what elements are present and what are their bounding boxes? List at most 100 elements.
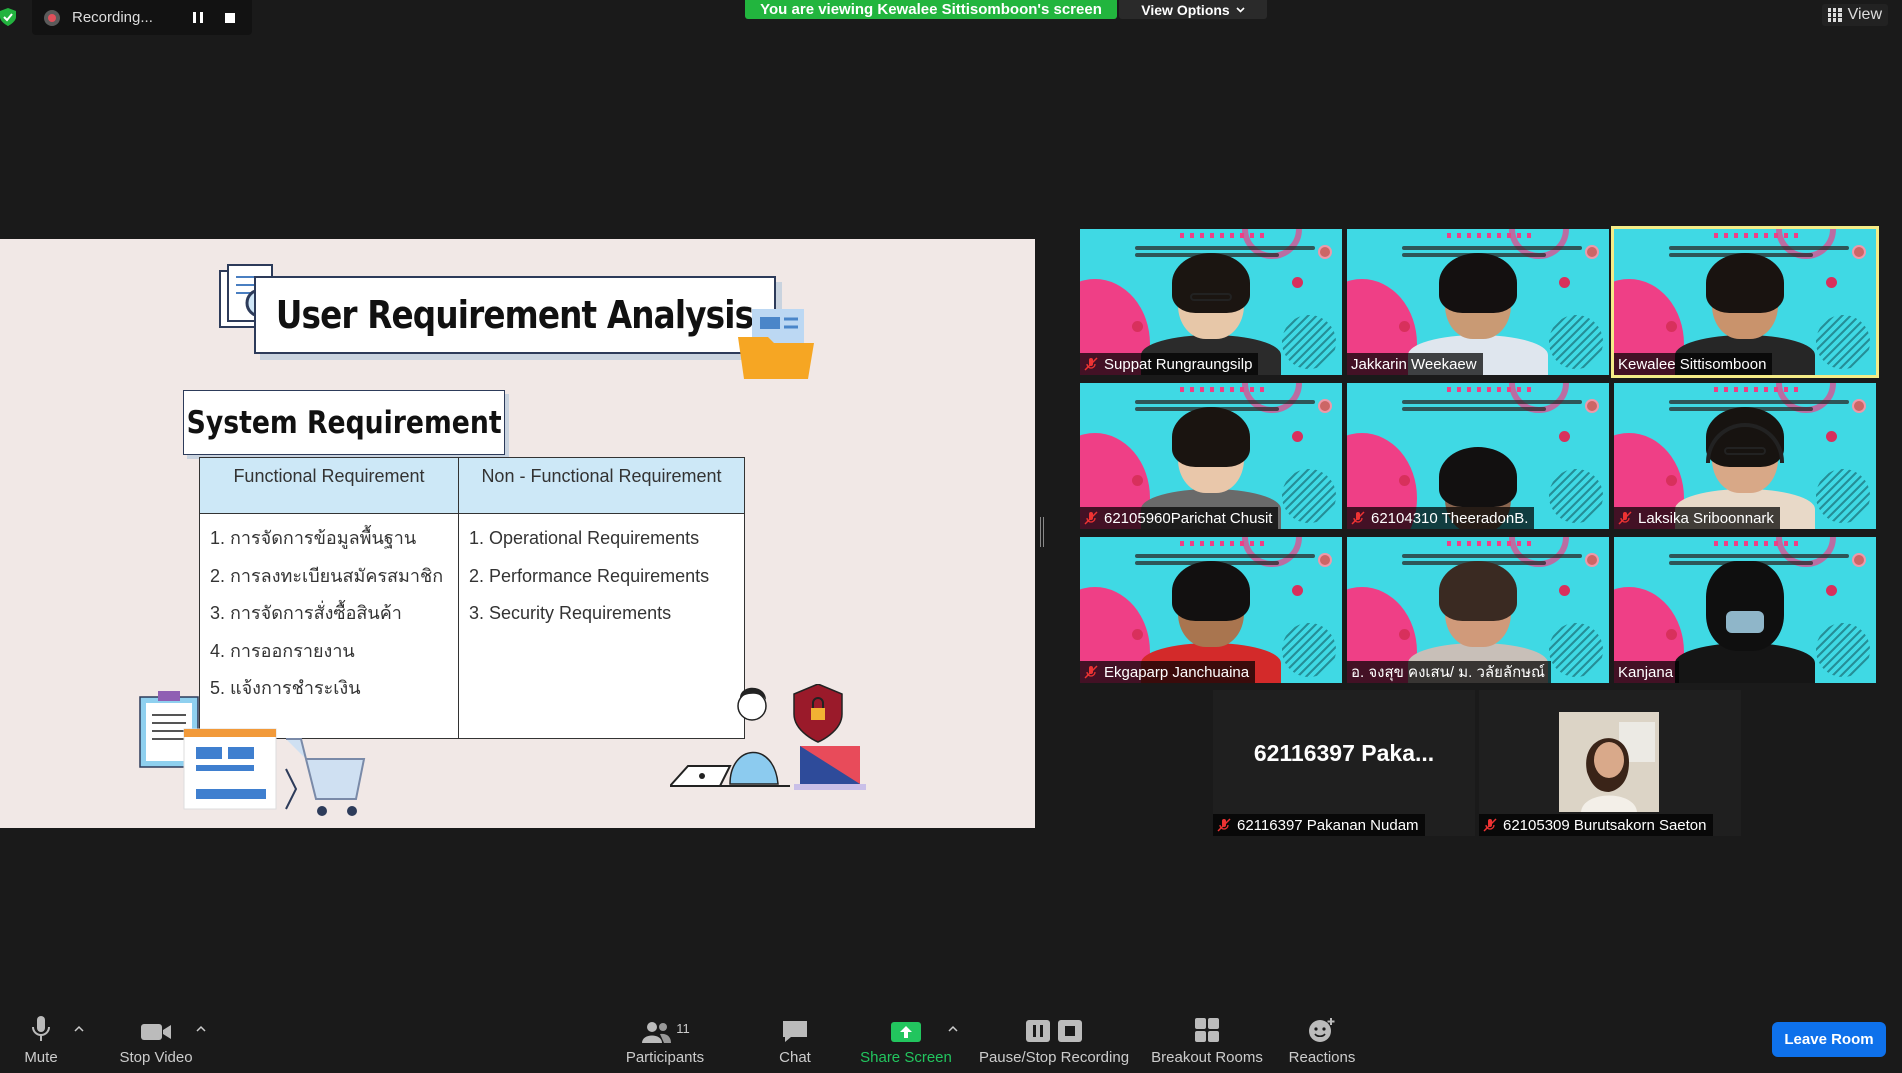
pause-stop-recording-label: Pause/Stop Recording	[978, 1049, 1130, 1066]
view-options-button[interactable]: View Options	[1119, 0, 1267, 19]
view-layout-button[interactable]: View	[1821, 4, 1888, 26]
chat-button[interactable]: Chat	[770, 1002, 820, 1073]
background-dot-row	[1714, 387, 1804, 392]
participant-name-tag: Kanjana	[1614, 661, 1680, 683]
background-dot	[1826, 431, 1837, 442]
functional-item: 4. การออกรายงาน	[210, 640, 355, 661]
participant-video-tile[interactable]: 62104310 TheeradonB.	[1347, 383, 1609, 529]
participant-name-tag: 62105309 Burutsakorn Saeton	[1479, 814, 1713, 836]
clipboard-cart-illustration-icon	[139, 691, 366, 816]
mute-button[interactable]: Mute	[18, 1002, 64, 1073]
muted-mic-icon	[1483, 818, 1497, 832]
system-requirement-box: System Requirement	[183, 390, 505, 455]
participant-name-tag: Kewalee Sittisomboon	[1614, 353, 1773, 375]
background-dot-row	[1714, 233, 1804, 238]
participant-name-tag: Jakkarin Weekaew	[1347, 353, 1483, 375]
recording-indicator: Recording...	[32, 0, 252, 35]
muted-mic-icon	[1217, 818, 1231, 832]
slide-title-box: User Requirement Analysis	[254, 276, 776, 354]
background-dots	[1282, 469, 1336, 523]
background-banner	[1669, 243, 1849, 257]
pause-recording-button[interactable]	[188, 8, 208, 28]
share-screen-label: Share Screen	[860, 1049, 952, 1066]
participants-icon	[642, 1022, 672, 1043]
participant-video-tile[interactable]: Kewalee Sittisomboon	[1611, 226, 1879, 378]
background-dot-row	[1180, 233, 1270, 238]
share-screen-icon	[891, 1022, 921, 1042]
participant-video-tile[interactable]: Laksika Sriboonnark	[1614, 383, 1876, 529]
non-functional-item: 3. Security Requirements	[469, 603, 672, 623]
participant-tile-no-video[interactable]: 62116397 Paka... 62116397 Pakanan Nudam	[1213, 690, 1475, 836]
chat-bubble-icon	[783, 1021, 807, 1042]
chevron-down-icon	[1236, 6, 1245, 13]
background-dot	[1292, 431, 1303, 442]
background-dot	[1826, 277, 1837, 288]
non-functional-item: 2. Performance Requirements	[469, 565, 710, 586]
background-banner	[1135, 243, 1315, 257]
participants-count: 11	[676, 1021, 690, 1036]
background-dots	[1282, 623, 1336, 677]
reactions-button[interactable]: Reactions	[1284, 1002, 1360, 1073]
participant-video-tile[interactable]: 62105960Parichat Chusit	[1080, 383, 1342, 529]
background-banner	[1402, 551, 1582, 565]
breakout-rooms-button[interactable]: Breakout Rooms	[1146, 1002, 1268, 1073]
participant-name: Ekgaparp Janchuaina	[1104, 663, 1250, 681]
background-dot-row	[1180, 387, 1270, 392]
university-seal-icon	[1585, 399, 1599, 413]
pause-stop-recording-button[interactable]: Pause/Stop Recording	[976, 1002, 1132, 1073]
background-dots	[1549, 469, 1603, 523]
view-options-label: View Options	[1141, 1, 1230, 18]
panel-resize-handle[interactable]	[1040, 517, 1044, 547]
background-dot	[1559, 277, 1570, 288]
participant-video-tile[interactable]: Jakkarin Weekaew	[1347, 229, 1609, 375]
background-dot-row	[1447, 541, 1537, 546]
participant-display-name: 62116397 Paka...	[1253, 740, 1435, 766]
profile-photo	[1559, 712, 1659, 812]
participant-tile-photo[interactable]: 62105309 Burutsakorn Saeton	[1479, 690, 1741, 836]
viewing-screen-banner: You are viewing Kewalee Sittisomboon's s…	[745, 0, 1117, 19]
background-banner	[1135, 397, 1315, 411]
university-seal-icon	[1318, 553, 1332, 567]
participant-video-tile[interactable]: Suppat Rungraungsilp	[1080, 229, 1342, 375]
slide-title: User Requirement Analysis	[276, 293, 754, 337]
participant-name: 62116397 Pakanan Nudam	[1237, 816, 1419, 834]
background-banner	[1669, 397, 1849, 411]
stop-recording-button[interactable]	[220, 8, 240, 28]
stop-icon	[1058, 1020, 1082, 1042]
background-dot-row	[1447, 233, 1537, 238]
functional-item: 3. การจัดการสั่งซื้อสินค้า	[210, 603, 402, 623]
stop-video-button[interactable]: Stop Video	[114, 1002, 198, 1073]
background-dot	[1559, 585, 1570, 596]
background-dot	[1292, 585, 1303, 596]
university-seal-icon	[1852, 399, 1866, 413]
encryption-shield-icon[interactable]	[0, 8, 16, 26]
functional-item: 1. การจัดการข้อมูลพื้นฐาน	[210, 528, 417, 548]
mute-label: Mute	[24, 1049, 58, 1066]
recording-label: Recording...	[72, 9, 153, 26]
audio-options-caret-icon[interactable]	[74, 1024, 84, 1034]
participant-name: อ. จงสุข คงเสน/ ม. วลัยลักษณ์	[1351, 664, 1545, 681]
background-dots	[1816, 469, 1870, 523]
background-dot-row	[1447, 387, 1537, 392]
video-options-caret-icon[interactable]	[196, 1024, 206, 1034]
participant-name: Suppat Rungraungsilp	[1104, 355, 1253, 373]
breakout-rooms-label: Breakout Rooms	[1151, 1049, 1263, 1066]
participant-name-tag: Ekgaparp Janchuaina	[1080, 661, 1256, 683]
profile-person-icon	[1559, 712, 1659, 812]
share-options-caret-icon[interactable]	[948, 1024, 958, 1034]
non-functional-item: 1. Operational Requirements	[469, 528, 700, 548]
participants-button[interactable]: 11 Participants	[620, 1002, 710, 1073]
university-seal-icon	[1318, 399, 1332, 413]
zoom-meeting-window: Recording... You are viewing Kewalee Sit…	[0, 0, 1902, 1073]
university-seal-icon	[1852, 553, 1866, 567]
reactions-label: Reactions	[1288, 1049, 1356, 1066]
leave-room-button[interactable]: Leave Room	[1772, 1022, 1886, 1057]
participant-video-tile[interactable]: Kanjana	[1614, 537, 1876, 683]
stop-icon	[225, 12, 235, 23]
participant-video-tile[interactable]: Ekgaparp Janchuaina	[1080, 537, 1342, 683]
participant-video-tile[interactable]: อ. จงสุข คงเสน/ ม. วลัยลักษณ์	[1347, 537, 1609, 683]
participant-name: Kewalee Sittisomboon	[1618, 355, 1767, 373]
functional-item: 2. การลงทะเบียนสมัครสมาชิก	[210, 565, 444, 586]
background-dots	[1549, 315, 1603, 369]
share-screen-button[interactable]: Share Screen	[856, 1002, 956, 1073]
